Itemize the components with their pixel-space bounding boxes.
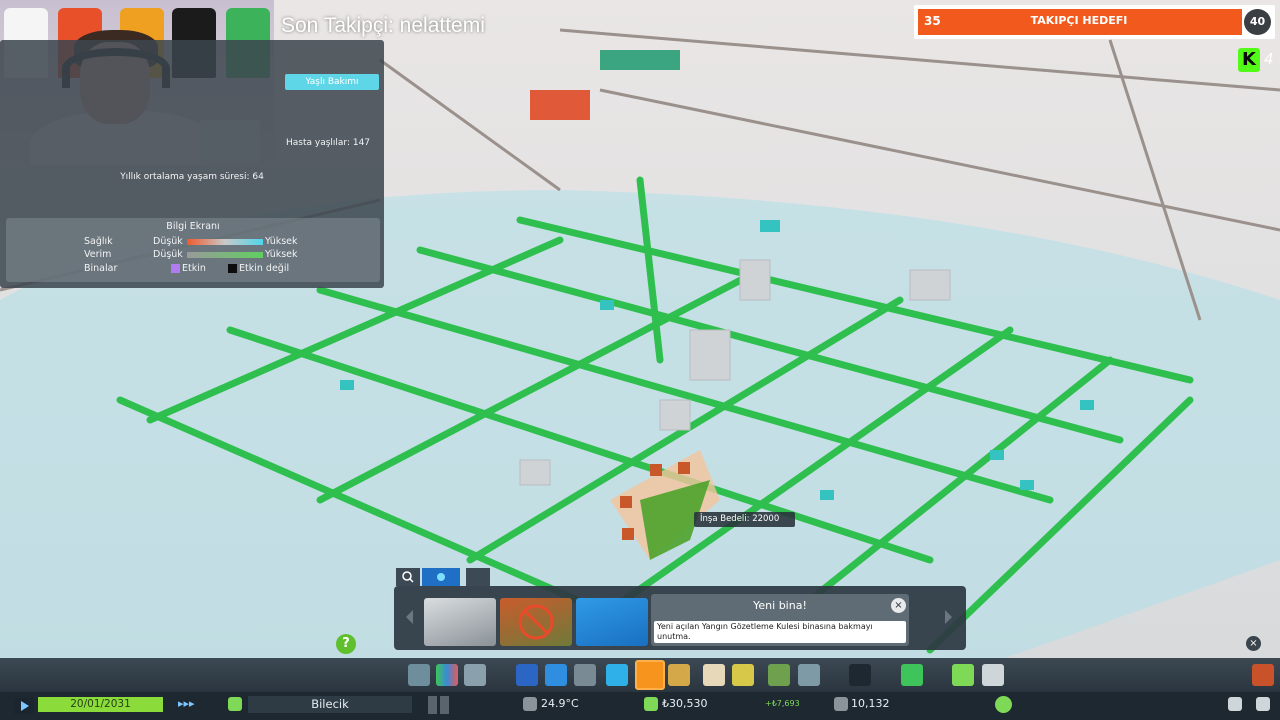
road-tool-icon[interactable] (408, 664, 430, 686)
legend-high: Yüksek (265, 249, 298, 260)
goal-target: 40 (1244, 9, 1271, 35)
fire-house-item[interactable] (424, 598, 496, 646)
city-name[interactable]: Bilecik (248, 696, 412, 713)
build-cost-tooltip: İnşa Bedeli: 22000 (694, 512, 795, 527)
fire-station-item[interactable] (500, 598, 572, 646)
healthcare-icon[interactable] (606, 664, 628, 686)
chirper-icon[interactable] (228, 697, 242, 711)
water-icon[interactable] (545, 664, 567, 686)
active-swatch (171, 264, 180, 273)
temperature: 24.9°C (541, 697, 579, 710)
money-balance[interactable]: ₺30,530 (662, 697, 708, 710)
transport-icon[interactable] (732, 664, 754, 686)
population-icon (834, 697, 848, 711)
search-icon[interactable] (396, 568, 420, 586)
screenshot-icon[interactable] (1228, 697, 1242, 711)
goal-label: TAKIPÇI HEDEFI (1030, 14, 1128, 27)
green-cube-icon[interactable] (952, 664, 974, 686)
legend-label: Verim (84, 249, 112, 260)
parks-icon[interactable] (768, 664, 790, 686)
zoning-tool-icon[interactable] (436, 664, 458, 686)
person-tab-icon[interactable] (466, 568, 490, 586)
pause-icon[interactable] (426, 694, 452, 716)
close-panel-icon[interactable]: × (1246, 636, 1261, 651)
notification-title: Yeni bina! (753, 599, 807, 612)
garbage-icon[interactable] (574, 664, 596, 686)
help-button[interactable]: ? (336, 634, 356, 654)
legend-inactive: Etkin değil (239, 263, 290, 274)
legend-high: Yüksek (265, 236, 298, 247)
district-tool-icon[interactable] (464, 664, 486, 686)
unique-buildings-icon[interactable] (798, 664, 820, 686)
inactive-swatch (228, 264, 237, 273)
game-screen: Yaşlı Bakımı Hasta yaşlılar: 147 Yıllık … (0, 0, 1280, 720)
population: 10,132 (851, 697, 890, 710)
legend-gradient (187, 252, 263, 258)
life-expectancy: Yıllık ortalama yaşam süresi: 64 (120, 172, 264, 182)
close-icon[interactable]: × (891, 598, 906, 613)
viewer-count: 4 (1264, 50, 1274, 68)
scroll-left-arrow-icon[interactable] (406, 610, 413, 624)
legend-active: Etkin (182, 263, 206, 274)
legend-title: Bilgi Ekranı (166, 221, 220, 232)
new-building-notification: Yeni bina! × Yeni açılan Yangın Gözetlem… (651, 594, 909, 646)
legend-label: Sağlık (84, 236, 113, 247)
landscaping-icon[interactable] (901, 664, 923, 686)
tab-elderly-care[interactable]: Yaşlı Bakımı (285, 74, 379, 90)
follower-goal-widget: 35 TAKIPÇI HEDEFI 40 (914, 5, 1275, 39)
money-icon (644, 697, 658, 711)
legend-label: Binalar (84, 263, 118, 274)
last-follower-overlay: Son Takipçi: nelattemi (281, 14, 485, 37)
kick-logo-icon: K (1238, 48, 1260, 72)
police-icon[interactable] (668, 664, 690, 686)
bulldozer-icon[interactable] (1252, 664, 1274, 686)
info-legend: Bilgi Ekranı Sağlık Düşük Yüksek Verim D… (6, 218, 380, 282)
thermometer-icon (523, 697, 537, 711)
monuments-icon[interactable] (849, 664, 871, 686)
fire-tab-icon[interactable] (422, 568, 460, 586)
legend-row-health: Sağlık Düşük Yüksek (84, 236, 384, 248)
legend-gradient (187, 239, 263, 245)
legend-row-buildings: Binalar Etkin Etkin değil (84, 263, 384, 275)
electricity-icon[interactable] (516, 664, 538, 686)
sick-elderly-count: Hasta yaşlılar: 147 (286, 138, 371, 148)
happiness-icon[interactable] (995, 696, 1012, 713)
legend-row-efficiency: Verim Düşük Yüksek (84, 249, 384, 261)
speed-button[interactable]: ▸▸▸ (178, 697, 195, 710)
panel-tabs (396, 568, 502, 586)
scroll-right-arrow-icon[interactable] (945, 610, 952, 624)
fire-department-icon[interactable] (635, 660, 665, 690)
legend-low: Düşük (153, 249, 183, 260)
fullscreen-icon[interactable] (1256, 697, 1270, 711)
legend-low: Düşük (153, 236, 183, 247)
education-icon[interactable] (703, 664, 725, 686)
game-date: 20/01/2031 (38, 697, 163, 712)
notification-body: Yeni açılan Yangın Gözetleme Kulesi bina… (654, 621, 906, 643)
weekly-income: +₺7,693 (765, 699, 800, 708)
checklist-icon[interactable] (982, 664, 1004, 686)
fire-watch-tower-item[interactable] (576, 598, 648, 646)
play-icon[interactable] (14, 698, 34, 714)
